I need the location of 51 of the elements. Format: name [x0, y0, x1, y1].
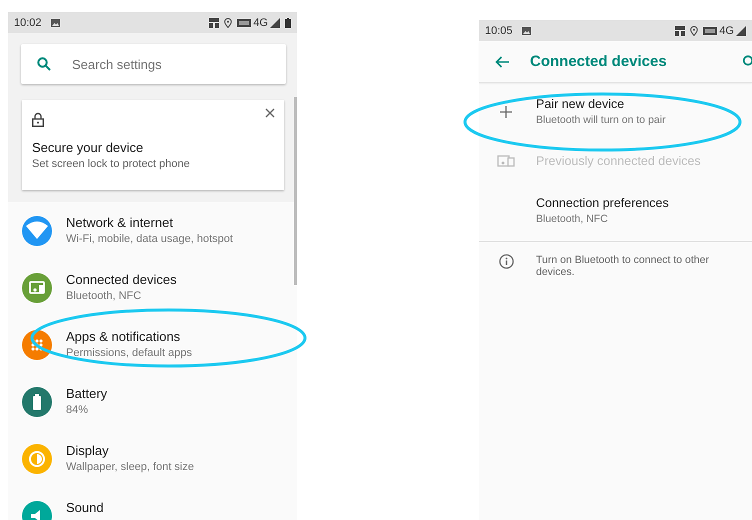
category-title: Display	[66, 443, 110, 458]
dual-sim-icon	[209, 18, 220, 28]
category-subtitle: Bluetooth, NFC	[66, 290, 142, 302]
screen-title: Connected devices	[530, 53, 668, 70]
image-notification-icon	[50, 18, 60, 26]
settings-category[interactable]: Apps & notifications Permissions, default apps	[8, 316, 297, 373]
category-subtitle: Wi-Fi, mobile, data usage, hotspot	[66, 233, 233, 245]
status-time: 10:05	[485, 24, 513, 36]
volte-badge-icon	[237, 18, 252, 26]
category-subtitle: 84%	[66, 404, 90, 416]
row-title: Pair new device	[536, 97, 626, 111]
battery-status-icon	[285, 18, 291, 28]
category-subtitle: Wallpaper, sleep, font size	[66, 461, 194, 473]
category-title: Apps & notifications	[66, 329, 182, 344]
settings-category[interactable]: Battery 84%	[8, 373, 297, 430]
lock-icon	[32, 112, 44, 127]
info-text: Turn on Bluetooth to connect to other devices.	[536, 254, 710, 278]
settings-category[interactable]: Sound	[8, 487, 297, 520]
row-title: Connection preferences	[536, 196, 669, 210]
network-type: 4G	[719, 24, 734, 36]
back-arrow-icon[interactable]	[495, 56, 509, 68]
settings-row[interactable]: Connection preferences Bluetooth, NFC	[479, 182, 752, 239]
row-subtitle: Bluetooth will turn on to pair	[536, 114, 666, 126]
settings-category[interactable]: Display Wallpaper, sleep, font size	[8, 430, 297, 487]
category-subtitle: Permissions, default apps	[66, 347, 192, 359]
search-placeholder: Search settings	[72, 56, 162, 72]
category-title: Sound	[66, 500, 104, 515]
suggestion-subtitle: Set screen lock to protect phone	[32, 158, 191, 170]
devices-icon	[497, 155, 515, 167]
location-icon	[224, 18, 232, 28]
row-title: Previously connected devices	[536, 154, 701, 168]
info-icon	[498, 254, 514, 269]
signal-icon	[736, 26, 746, 36]
suggestion-title: Secure your device	[32, 140, 144, 155]
category-title: Battery	[66, 386, 108, 401]
image-notification-icon	[522, 26, 531, 34]
signal-icon	[270, 18, 280, 28]
category-title: Network & internet	[66, 215, 174, 230]
settings-category[interactable]: Connected devices Bluetooth, NFC	[8, 259, 297, 316]
settings-category[interactable]: Network & internet Wi-Fi, mobile, data usage, hotspot	[8, 202, 297, 259]
row-subtitle: Bluetooth, NFC	[536, 213, 609, 225]
close-icon[interactable]	[265, 108, 275, 118]
plus-icon	[500, 106, 512, 118]
location-icon	[690, 26, 698, 36]
status-time: 10:02	[14, 16, 42, 28]
network-type: 4G	[253, 16, 268, 28]
settings-row[interactable]: Pair new device Bluetooth will turn on to pair	[479, 83, 752, 140]
search-field[interactable]: Search settings	[21, 44, 286, 84]
category-title: Connected devices	[66, 272, 177, 287]
volte-badge-icon	[703, 26, 718, 34]
dual-sim-icon	[675, 26, 686, 36]
